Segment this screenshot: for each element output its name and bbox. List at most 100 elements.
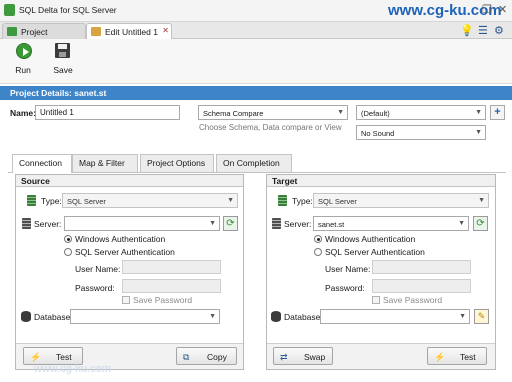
default-select-value: (Default): [361, 109, 390, 118]
add-button[interactable]: +: [490, 105, 505, 120]
target-server-select[interactable]: sanet.st ▼: [313, 216, 469, 231]
tab-project-options[interactable]: Project Options: [140, 154, 214, 172]
source-user-name-field[interactable]: [122, 260, 221, 274]
target-user-name-field[interactable]: [372, 260, 471, 274]
target-refresh-button[interactable]: ⟳: [473, 216, 488, 231]
source-type-value: SQL Server: [67, 197, 106, 206]
copy-icon: ⧉: [183, 352, 190, 362]
save-icon: [55, 43, 70, 58]
chevron-down-icon: ▼: [458, 220, 465, 227]
tab-edit-untitled[interactable]: Edit Untitled 1 ✕: [86, 23, 172, 39]
chevron-down-icon: ▼: [475, 129, 482, 136]
tab-close-icon[interactable]: ✕: [162, 26, 169, 35]
chevron-down-icon: ▼: [478, 197, 485, 204]
test-icon: ⚡: [30, 352, 42, 362]
test-label: Test: [460, 352, 476, 362]
server-type-icon: [278, 195, 287, 206]
chevron-down-icon: ▼: [475, 109, 482, 116]
test-label: Test: [56, 352, 72, 362]
project-details-header: Project Details: sanet.st: [0, 86, 512, 100]
footer-watermark: www.cg-ku.com: [34, 363, 112, 375]
gear-icon[interactable]: ⚙: [494, 24, 504, 37]
user-name-label: User Name:: [325, 264, 371, 274]
target-server-value: sanet.st: [318, 220, 345, 229]
source-windows-auth-radio[interactable]: [64, 235, 72, 243]
target-type-select[interactable]: SQL Server ▼: [313, 193, 489, 208]
chevron-down-icon: ▼: [337, 109, 344, 116]
server-label: Server:: [34, 219, 62, 229]
chevron-down-icon: ▼: [209, 313, 216, 320]
target-sql-auth-radio[interactable]: [314, 248, 322, 256]
save-label: Save: [53, 65, 73, 75]
server-icon: [22, 218, 31, 229]
project-manager-icon: [7, 27, 17, 36]
chevron-down-icon: ▼: [227, 197, 234, 204]
save-password-label: Save Password: [383, 295, 443, 305]
tab-connection[interactable]: Connection: [12, 154, 72, 173]
database-icon: [21, 311, 31, 322]
database-browse-button[interactable]: ✎: [474, 309, 489, 324]
target-title: Target: [267, 175, 495, 187]
sound-select-value: No Sound: [361, 129, 395, 138]
schema-compare-select[interactable]: Schema Compare ▼: [198, 105, 348, 120]
target-windows-auth-radio[interactable]: [314, 235, 322, 243]
sql-auth-label: SQL Server Authentication: [325, 247, 425, 257]
target-password-field[interactable]: [372, 279, 471, 293]
source-sql-auth-radio[interactable]: [64, 248, 72, 256]
chevron-down-icon: ▼: [209, 220, 216, 227]
copy-label: Copy: [207, 352, 227, 362]
tab-map-filter-label: Map & Filter: [79, 158, 125, 168]
run-label: Run: [15, 65, 31, 75]
schema-compare-value: Schema Compare: [203, 109, 264, 118]
tab-label: Edit Untitled 1: [105, 27, 158, 37]
tab-map-filter[interactable]: Map & Filter: [72, 154, 138, 172]
tab-project-options-label: Project Options: [147, 158, 206, 168]
restore-icon[interactable]: ❐: [482, 3, 492, 16]
schema-hint: Choose Schema, Data compare or View: [199, 123, 342, 132]
edit-icon: [91, 27, 101, 36]
windows-auth-label: Windows Authentication: [75, 234, 166, 244]
source-server-select[interactable]: ▼: [64, 216, 220, 231]
chevron-down-icon: ▼: [459, 313, 466, 320]
user-name-label: User Name:: [75, 264, 121, 274]
name-label: Name:: [10, 108, 36, 118]
swap-icon: ⇄: [280, 352, 288, 362]
source-password-field[interactable]: [122, 279, 221, 293]
target-save-password-checkbox[interactable]: [372, 296, 380, 304]
target-test-button[interactable]: ⚡ Test: [427, 347, 487, 365]
menu-icon[interactable]: ☰: [478, 24, 488, 37]
sql-auth-label: SQL Server Authentication: [75, 247, 175, 257]
sound-select[interactable]: No Sound ▼: [356, 125, 486, 140]
database-label: Database:: [34, 312, 73, 322]
run-button[interactable]: Run: [8, 42, 38, 80]
save-button[interactable]: Save: [48, 42, 78, 80]
type-label: Type:: [41, 196, 62, 206]
source-type-select[interactable]: SQL Server ▼: [62, 193, 238, 208]
target-database-select[interactable]: ▼: [320, 309, 470, 324]
database-label: Database:: [284, 312, 323, 322]
copy-button[interactable]: ⧉ Copy: [176, 347, 237, 365]
source-save-password-checkbox[interactable]: [122, 296, 130, 304]
app-title: SQL Delta for SQL Server: [19, 5, 117, 15]
default-select[interactable]: (Default) ▼: [356, 105, 486, 120]
type-label: Type:: [292, 196, 313, 206]
close-icon[interactable]: ✕: [498, 3, 507, 16]
source-database-select[interactable]: ▼: [70, 309, 220, 324]
run-icon: [16, 43, 32, 59]
server-type-icon: [27, 195, 36, 206]
source-refresh-button[interactable]: ⟳: [223, 216, 238, 231]
target-type-value: SQL Server: [318, 197, 357, 206]
server-label: Server:: [284, 219, 312, 229]
save-password-label: Save Password: [133, 295, 193, 305]
tab-project-manager[interactable]: Project Manager: [2, 23, 86, 47]
name-field[interactable]: Untitled 1: [35, 105, 180, 120]
lightbulb-icon[interactable]: 💡: [460, 24, 474, 37]
tab-on-completion[interactable]: On Completion: [216, 154, 292, 172]
password-label: Password:: [75, 283, 115, 293]
swap-button[interactable]: ⇄ Swap: [273, 347, 333, 365]
password-label: Password:: [325, 283, 365, 293]
tab-strip-line: [8, 172, 506, 173]
tab-on-completion-label: On Completion: [223, 158, 280, 168]
server-icon: [272, 218, 281, 229]
database-icon: [271, 311, 281, 322]
